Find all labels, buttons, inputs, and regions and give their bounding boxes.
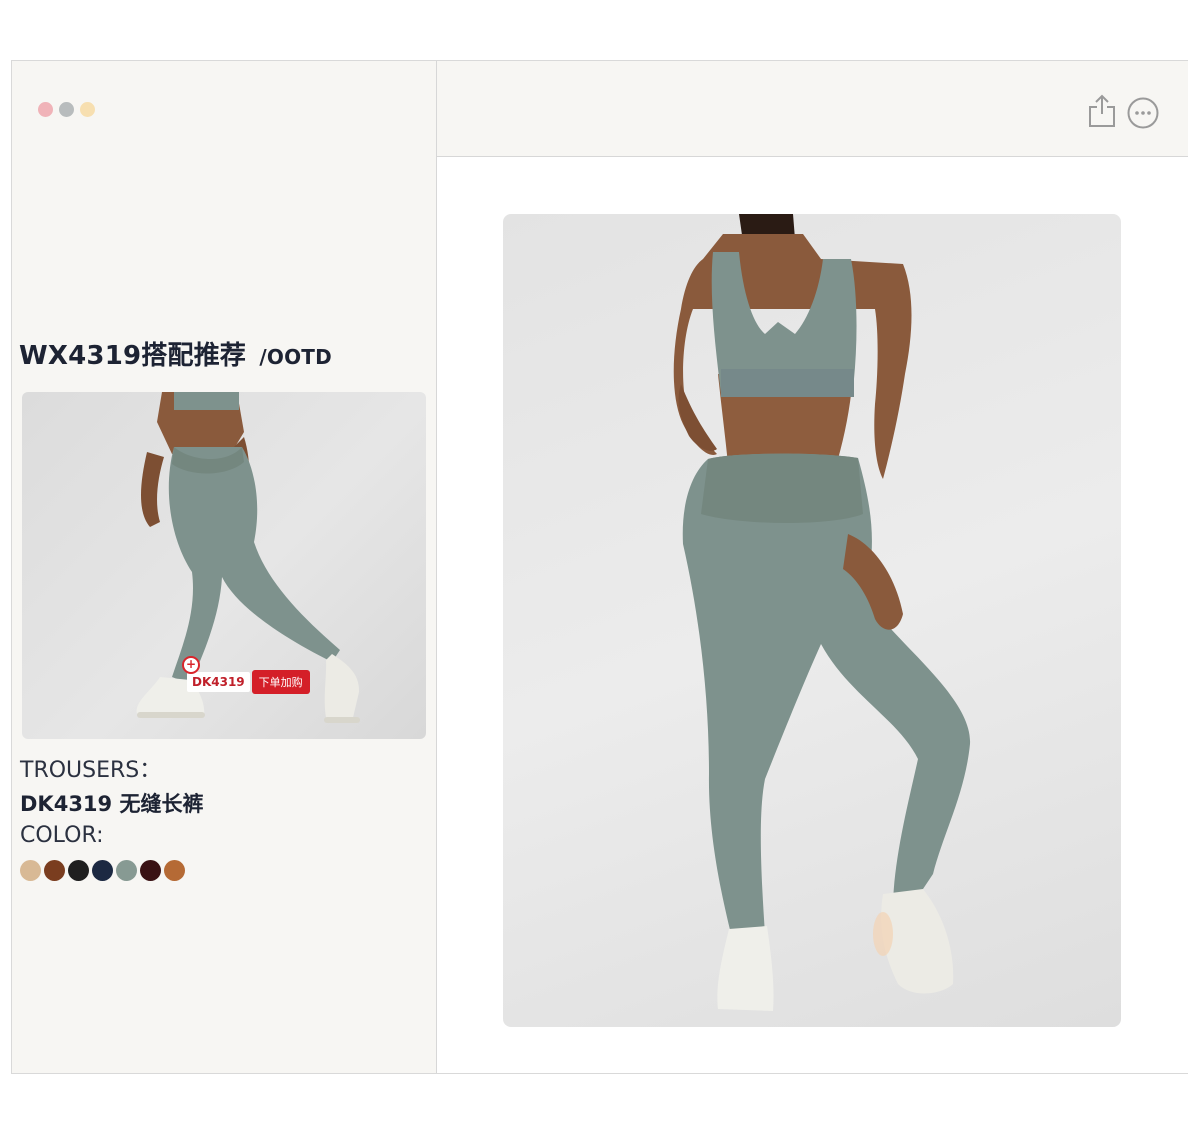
left-panel: WX4319搭配推荐 /OOTD + DK4319 下单加购 TROUSERS：…	[12, 61, 437, 1073]
color-swatch[interactable]	[44, 860, 65, 881]
title-suffix: /OOTD	[259, 345, 332, 369]
color-swatch[interactable]	[20, 860, 41, 881]
right-panel	[437, 61, 1188, 1073]
color-swatch[interactable]	[68, 860, 89, 881]
trousers-label: TROUSERS：	[20, 758, 162, 783]
title-text: WX4319搭配推荐	[19, 341, 247, 371]
color-swatch[interactable]	[164, 860, 185, 881]
hero-product-image[interactable]	[503, 214, 1121, 1027]
color-swatch[interactable]	[140, 860, 161, 881]
add-icon[interactable]: +	[182, 656, 200, 674]
app-window: WX4319搭配推荐 /OOTD + DK4319 下单加购 TROUSERS：…	[11, 60, 1188, 1074]
hero-model-illustration	[673, 214, 971, 1011]
page-title: WX4319搭配推荐 /OOTD	[19, 335, 332, 372]
product-name: DK4319 无缝长裤	[20, 792, 204, 816]
window-maximize-dot[interactable]	[80, 102, 95, 117]
tag-product-code: DK4319	[187, 672, 250, 692]
product-tag[interactable]: + DK4319 下单加购	[182, 656, 310, 694]
product-thumbnail[interactable]: + DK4319 下单加购	[22, 392, 426, 739]
color-label: COLOR:	[20, 823, 104, 848]
color-swatch[interactable]	[92, 860, 113, 881]
toolbar	[437, 61, 1188, 157]
more-options-icon[interactable]	[1127, 97, 1159, 129]
window-minimize-dot[interactable]	[59, 102, 74, 117]
share-icon[interactable]	[1088, 94, 1116, 128]
color-swatches	[20, 860, 185, 881]
window-close-dot[interactable]	[38, 102, 53, 117]
window-controls	[38, 102, 95, 117]
add-to-cart-button[interactable]: 下单加购	[251, 670, 310, 694]
color-swatch[interactable]	[116, 860, 137, 881]
